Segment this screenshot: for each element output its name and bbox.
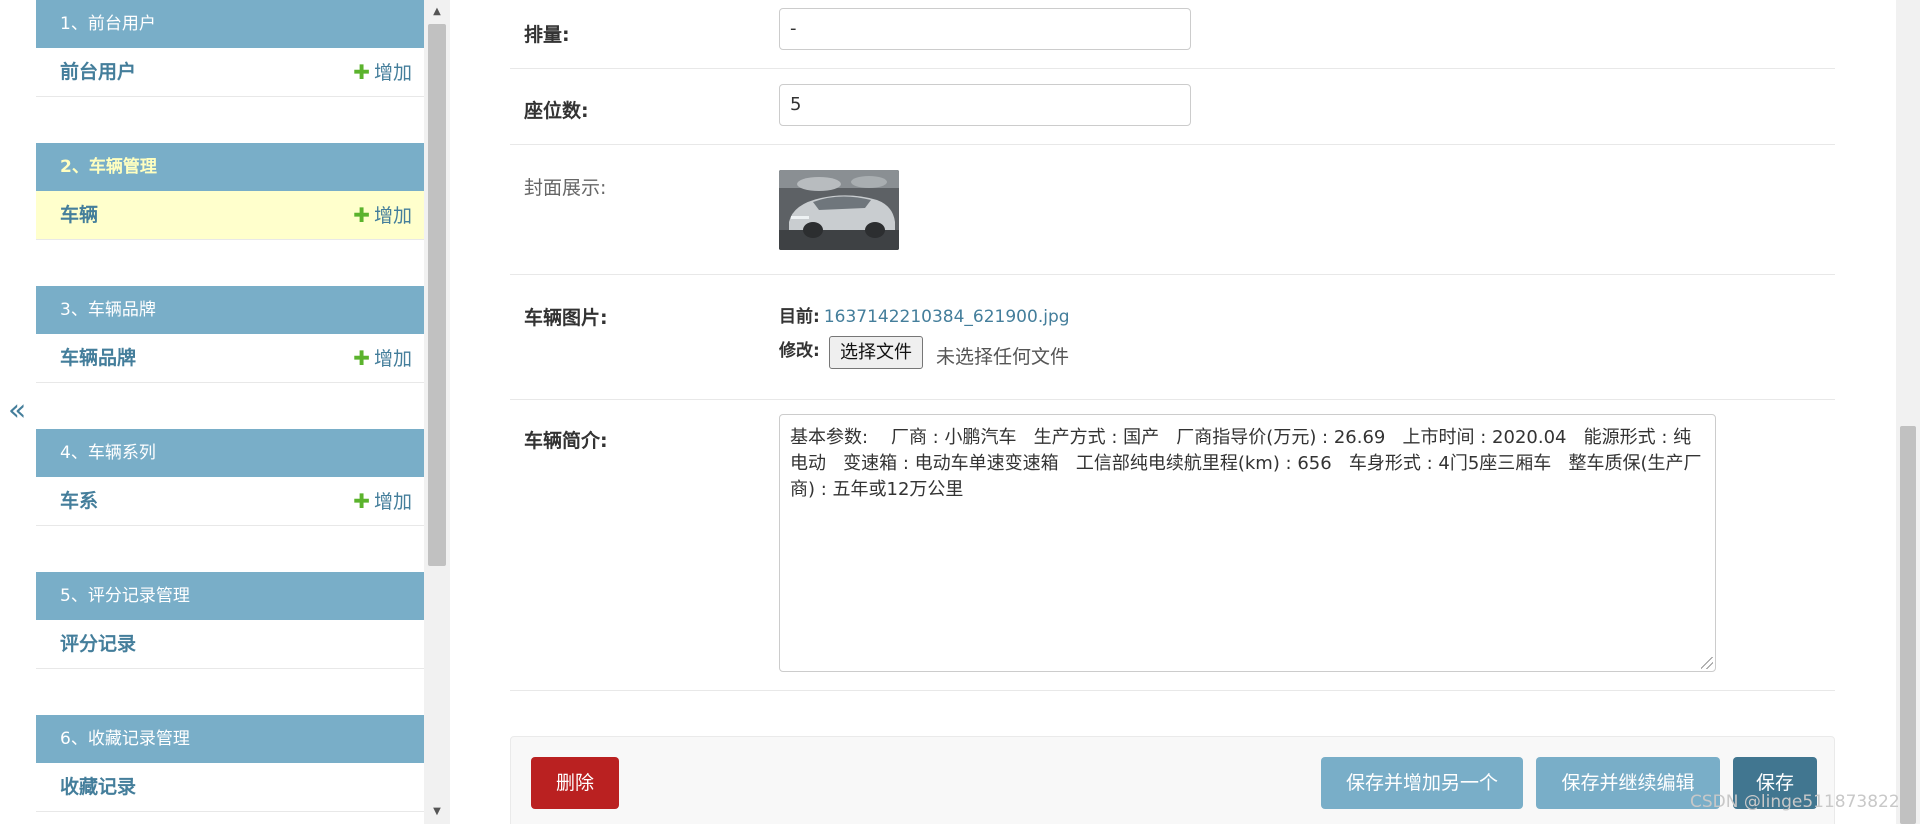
- add-link[interactable]: ✚ 增加: [353, 334, 412, 384]
- seats-label: 座位数:: [524, 100, 589, 122]
- model-row-vehicle-brand: 车辆品牌 ✚ 增加: [36, 334, 424, 383]
- add-link[interactable]: ✚ 增加: [353, 48, 412, 98]
- module-gap: [36, 526, 424, 572]
- add-label: 增加: [373, 62, 412, 84]
- module-header[interactable]: 5、评分记录管理: [36, 572, 424, 620]
- sidebar-scrollbar[interactable]: ▲ ▼: [424, 0, 450, 824]
- add-link[interactable]: ✚ 增加: [353, 477, 412, 527]
- current-file-link[interactable]: 1637142210384_621900.jpg: [824, 307, 1070, 327]
- module-header[interactable]: 2、车辆管理: [36, 143, 424, 191]
- scroll-down-icon[interactable]: ▼: [424, 802, 450, 822]
- scroll-up-icon[interactable]: ▲: [424, 2, 450, 22]
- module-vehicle-brand: 3、车辆品牌 车辆品牌 ✚ 增加: [36, 286, 424, 429]
- form-row-cover: 封面展示:: [510, 145, 1835, 275]
- displacement-label: 排量:: [524, 24, 570, 46]
- displacement-input[interactable]: -: [779, 8, 1191, 50]
- model-row-vehicle-series: 车系 ✚ 增加: [36, 477, 424, 526]
- module-vehicle-management: 2、车辆管理 车辆 ✚ 增加: [36, 143, 424, 286]
- module-header[interactable]: 3、车辆品牌: [36, 286, 424, 334]
- plus-icon: ✚: [353, 60, 370, 84]
- model-link[interactable]: 车系: [60, 477, 98, 526]
- change-form: 排量: - 座位数: 5 封面展示: 车辆图片: 目前: 163714221038…: [510, 0, 1835, 824]
- module-header[interactable]: 4、车辆系列: [36, 429, 424, 477]
- page-scrollbar-thumb[interactable]: [1900, 426, 1916, 824]
- model-row-favorite-records: 收藏记录: [36, 763, 424, 812]
- page-scrollbar[interactable]: [1896, 0, 1920, 824]
- current-file: 目前: 1637142210384_621900.jpg: [779, 302, 1070, 327]
- collapse-chevron-icon: «: [8, 393, 27, 428]
- module-frontend-users: 1、前台用户 前台用户 ✚ 增加: [36, 0, 424, 143]
- model-link[interactable]: 收藏记录: [60, 763, 136, 812]
- cover-label: 封面展示:: [524, 177, 607, 199]
- module-rating-records: 5、评分记录管理 评分记录: [36, 572, 424, 715]
- module-favorite-records: 6、收藏记录管理 收藏记录: [36, 715, 424, 812]
- model-link[interactable]: 评分记录: [60, 620, 136, 669]
- current-label: 目前:: [779, 307, 820, 327]
- model-row-frontend-users: 前台用户 ✚ 增加: [36, 48, 424, 97]
- plus-icon: ✚: [353, 346, 370, 370]
- plus-icon: ✚: [353, 489, 370, 513]
- choose-file-button[interactable]: 选择文件: [829, 336, 923, 369]
- model-link[interactable]: 车辆品牌: [60, 334, 136, 383]
- resize-grip-icon[interactable]: [1701, 657, 1713, 669]
- submit-row: 删除 保存并增加另一个 保存并继续编辑 保存: [510, 736, 1835, 824]
- plus-icon: ✚: [353, 203, 370, 227]
- intro-textarea[interactable]: 基本参数: 厂商 : 小鹏汽车 生产方式 : 国产 厂商指导价(万元) : 26…: [779, 414, 1716, 672]
- change-label: 修改:: [779, 341, 820, 361]
- delete-button[interactable]: 删除: [531, 757, 619, 809]
- module-vehicle-series: 4、车辆系列 车系 ✚ 增加: [36, 429, 424, 572]
- save-and-add-another-button[interactable]: 保存并增加另一个: [1321, 757, 1523, 809]
- form-row-seats: 座位数: 5: [510, 69, 1835, 145]
- car-photo-icon: [779, 170, 899, 250]
- module-gap: [36, 669, 424, 715]
- watermark: CSDN @linge511873822: [1690, 792, 1900, 812]
- model-link[interactable]: 车辆: [60, 191, 98, 240]
- add-label: 增加: [373, 491, 412, 513]
- model-link[interactable]: 前台用户: [60, 48, 136, 97]
- vehicle-image-label: 车辆图片:: [524, 307, 608, 329]
- no-file-text: 未选择任何文件: [936, 346, 1070, 368]
- cover-image: [779, 170, 899, 250]
- module-gap: [36, 240, 424, 286]
- module-gap: [36, 383, 424, 429]
- intro-label: 车辆简介:: [524, 430, 608, 452]
- add-label: 增加: [373, 348, 412, 370]
- module-header[interactable]: 1、前台用户: [36, 0, 424, 48]
- model-row-rating-records: 评分记录: [36, 620, 424, 669]
- seats-input[interactable]: 5: [779, 84, 1191, 126]
- form-row-displacement: 排量: -: [510, 0, 1835, 69]
- sidebar-nav: 1、前台用户 前台用户 ✚ 增加 2、车辆管理 车辆 ✚ 增加 3、车辆品牌 车辆品…: [36, 0, 424, 824]
- module-header[interactable]: 6、收藏记录管理: [36, 715, 424, 763]
- scrollbar-thumb[interactable]: [428, 24, 446, 566]
- module-gap: [36, 97, 424, 143]
- intro-text: 基本参数: 厂商 : 小鹏汽车 生产方式 : 国产 厂商指导价(万元) : 26…: [790, 427, 1702, 500]
- add-link[interactable]: ✚ 增加: [353, 191, 412, 241]
- form-row-vehicle-image: 车辆图片:: [510, 275, 1835, 400]
- add-label: 增加: [373, 205, 412, 227]
- sidebar-collapse-toggle[interactable]: «: [0, 0, 36, 824]
- model-row-vehicle: 车辆 ✚ 增加: [36, 191, 424, 240]
